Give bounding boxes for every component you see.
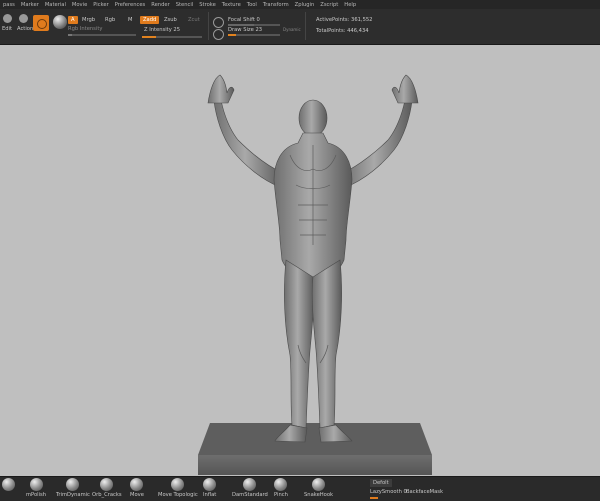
rgb-button[interactable]: Rgb (105, 17, 115, 23)
active-points: ActivePoints: 361,552 (316, 17, 373, 23)
rgb-intensity-slider-label[interactable]: Rgb Intensity (68, 26, 102, 32)
lazy-smooth-fill (370, 497, 378, 499)
menu-item[interactable]: Texture (222, 2, 241, 8)
dynamic-button[interactable]: Dynamic (283, 27, 301, 32)
brush-label: Move (130, 492, 144, 498)
menu-item[interactable]: Transform (263, 2, 289, 8)
divider (208, 12, 209, 40)
edit-icon[interactable] (3, 14, 12, 23)
brush-icon (171, 478, 185, 491)
brush-icon (100, 478, 114, 491)
brush-item[interactable]: TrimDynamic (56, 478, 90, 498)
top-toolbar: Edit Actions A Mrgb Rgb M Rgb Intensity … (0, 9, 600, 45)
brush-icon (29, 478, 43, 491)
z-intensity-slider[interactable] (142, 36, 202, 38)
brush-item[interactable]: Move (130, 478, 144, 498)
brush-icon (2, 478, 15, 491)
brush-item[interactable]: DamStandard (232, 478, 268, 498)
edit-label[interactable]: Edit (2, 26, 12, 32)
draw-icon (37, 19, 47, 29)
focal-shift-slider[interactable] (228, 24, 280, 26)
draw-size-slider[interactable] (228, 34, 280, 36)
menu-item[interactable]: Zscript (320, 2, 338, 8)
menu-item[interactable]: Picker (93, 2, 108, 8)
brush-item[interactable]: Pinch (274, 478, 288, 498)
focal-icon (213, 17, 224, 28)
brush-item[interactable]: SnakeHook (304, 478, 333, 498)
brush-item[interactable]: Orb_Cracks (92, 478, 122, 498)
brush-icon (312, 478, 326, 491)
actions-icon[interactable] (19, 14, 28, 23)
brush-icon (274, 478, 288, 491)
draw-size-label[interactable]: Draw Size 23 (228, 27, 262, 33)
mrgb-button[interactable]: Mrgb (82, 17, 95, 23)
brush-icon (203, 478, 217, 491)
depth-field[interactable]: Defolt (370, 479, 392, 487)
menu-bar: pass Marker Material Movie Picker Preferences… (0, 0, 600, 9)
menu-item[interactable]: Zplugin (295, 2, 315, 8)
sculpt-canvas[interactable] (0, 45, 600, 475)
brush-label: TrimDynamic (56, 492, 90, 498)
m-button[interactable]: M (128, 17, 132, 23)
brush-shelf: Defolt LazySmooth 0 BackfaceMask mPolish… (0, 476, 600, 501)
brush-label: Orb_Cracks (92, 492, 122, 498)
brush-icon (243, 478, 257, 491)
draw-mode-button[interactable] (33, 15, 49, 31)
brush-item[interactable]: Move Topologic (158, 478, 198, 498)
brush-label: mPolish (26, 492, 47, 498)
brush-item[interactable]: Inflat (203, 478, 216, 498)
brush-label: SnakeHook (304, 492, 334, 498)
total-points: TotalPoints: 446,434 (316, 28, 369, 34)
brush-label: Inflat (203, 492, 217, 498)
material-sphere-icon[interactable] (53, 15, 67, 29)
lazy-smooth-slider[interactable]: LazySmooth 0 (370, 489, 407, 495)
menu-item[interactable]: Movie (72, 2, 87, 8)
zcut-button[interactable]: Zcut (188, 17, 200, 23)
zsub-button[interactable]: Zsub (164, 17, 177, 23)
menu-item[interactable]: Render (151, 2, 169, 8)
pedestal (198, 423, 432, 475)
sculpt-figure (207, 74, 419, 443)
menu-item[interactable]: Preferences (115, 2, 146, 8)
a-button[interactable]: A (68, 16, 78, 24)
divider (305, 12, 306, 40)
brush-icon (130, 478, 144, 491)
z-intensity-label[interactable]: Z Intensity 25 (144, 27, 180, 33)
zadd-button[interactable]: Zadd (140, 16, 160, 24)
menu-item[interactable]: Tool (247, 2, 257, 8)
menu-item[interactable]: pass (3, 2, 15, 8)
focal-shift-label[interactable]: Focal Shift 0 (228, 17, 260, 23)
brush-label: Move Topologic (158, 492, 198, 498)
draw-size-icon (213, 29, 224, 40)
brush-icon (66, 478, 80, 491)
canvas-viewport[interactable] (0, 45, 600, 475)
rgb-intensity-slider[interactable] (68, 34, 136, 36)
menu-item[interactable]: Marker (21, 2, 39, 8)
menu-item[interactable]: Material (45, 2, 66, 8)
backface-mask-toggle[interactable]: BackfaceMask (406, 489, 443, 495)
menu-item[interactable]: Stroke (199, 2, 216, 8)
brush-item[interactable]: mPolish (26, 478, 46, 498)
menu-item[interactable]: Stencil (176, 2, 194, 8)
brush-item[interactable] (2, 478, 15, 492)
brush-label: DamStandard (232, 492, 268, 498)
menu-item[interactable]: Help (344, 2, 356, 8)
brush-label: Pinch (274, 492, 288, 498)
